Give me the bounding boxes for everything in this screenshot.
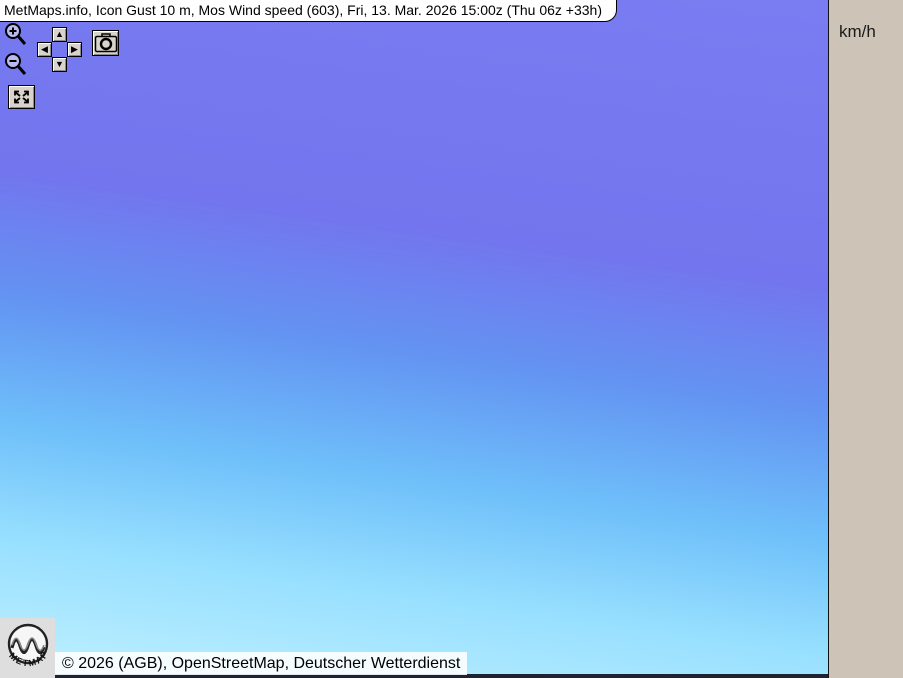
- map-decoration-layer: [0, 0, 828, 678]
- legend-unit-label: km/h: [839, 22, 876, 42]
- pan-right-button[interactable]: ▶: [67, 42, 82, 57]
- metmaps-app-window: MetMaps.info, Icon Gust 10 m, Mos Wind s…: [0, 0, 903, 678]
- attribution-bar: © 2026 (AGB), OpenStreetMap, Deutscher W…: [55, 652, 467, 675]
- map-title-text: MetMaps.info, Icon Gust 10 m, Mos Wind s…: [4, 2, 602, 18]
- weather-map[interactable]: [0, 0, 828, 678]
- camera-icon: [94, 33, 118, 53]
- magnifier-minus-icon: [4, 52, 28, 80]
- pan-down-button[interactable]: ▼: [52, 57, 67, 72]
- zoom-in-button[interactable]: [4, 22, 28, 55]
- screenshot-button[interactable]: [92, 30, 119, 56]
- magnifier-plus-icon: [4, 22, 28, 50]
- metmaps-logo[interactable]: METMAPS: [0, 618, 55, 678]
- pan-up-button[interactable]: ▲: [52, 27, 67, 42]
- zoom-out-button[interactable]: [4, 52, 28, 85]
- metmaps-logo-icon: METMAPS: [2, 620, 54, 676]
- legend-color-scale: [835, 60, 875, 620]
- map-title-bar: MetMaps.info, Icon Gust 10 m, Mos Wind s…: [0, 0, 617, 22]
- legend-panel: km/h: [828, 0, 903, 678]
- fullscreen-button[interactable]: [8, 85, 35, 109]
- pan-left-button[interactable]: ◀: [37, 42, 52, 57]
- fullscreen-expand-icon: [11, 88, 32, 106]
- attribution-text: © 2026 (AGB), OpenStreetMap, Deutscher W…: [62, 655, 460, 672]
